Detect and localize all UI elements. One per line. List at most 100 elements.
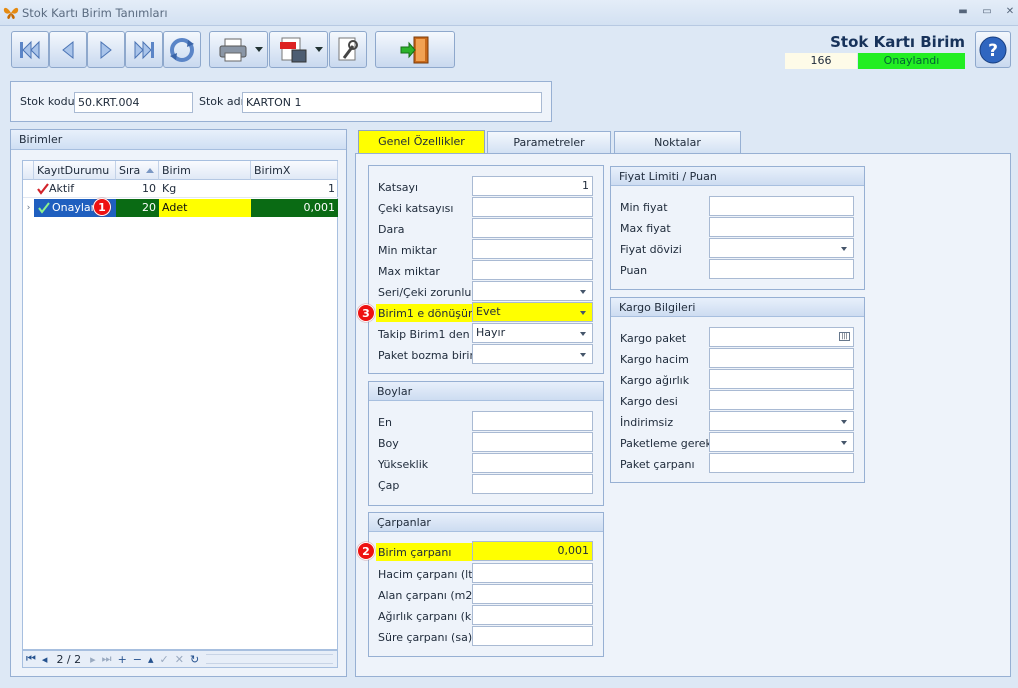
- multipliers-group-title: Çarpanlar: [369, 513, 603, 532]
- track-from-unit1-select[interactable]: Hayır: [472, 323, 593, 343]
- close-icon[interactable]: ✕: [1003, 5, 1017, 19]
- column-header-unit[interactable]: Birim: [159, 161, 251, 180]
- last-record-button[interactable]: [125, 31, 163, 68]
- last-record-icon: [134, 40, 154, 59]
- points-label: Puan: [620, 264, 648, 277]
- tab-points[interactable]: Noktalar: [614, 131, 741, 153]
- next-record-button[interactable]: [87, 31, 125, 68]
- packaging-required-select[interactable]: [709, 432, 854, 452]
- column-header-order[interactable]: Sıra: [116, 161, 159, 180]
- column-header-status[interactable]: KayıtDurumu: [34, 161, 116, 180]
- width-field[interactable]: [472, 411, 593, 431]
- tab-general[interactable]: Genel Özellikler: [358, 130, 485, 154]
- price-currency-select[interactable]: [709, 238, 854, 258]
- length-label: Boy: [378, 437, 399, 450]
- minimize-icon[interactable]: ▬: [956, 5, 970, 19]
- butterfly-icon: [3, 7, 19, 19]
- tab-parameters[interactable]: Parametreler: [487, 131, 611, 153]
- row-unit: Adet: [159, 199, 251, 217]
- table-row[interactable]: Aktif 10 Kg 1: [23, 180, 338, 198]
- max-quantity-field[interactable]: [472, 260, 593, 280]
- package-split-unit-select[interactable]: [472, 344, 593, 364]
- nav-next-icon[interactable]: ▸: [90, 653, 96, 666]
- table-row-selected[interactable]: › Onaylan 20 Adet 0,001: [23, 199, 338, 217]
- coefficient-field[interactable]: 1: [472, 176, 593, 196]
- height-field[interactable]: [472, 453, 593, 473]
- nav-accept-icon[interactable]: ✓: [160, 653, 169, 666]
- tools-button[interactable]: [329, 31, 367, 68]
- ceki-coefficient-field[interactable]: [472, 197, 593, 217]
- row-indicator-header: [23, 161, 34, 180]
- first-record-button[interactable]: [11, 31, 49, 68]
- unit-multiplier-field[interactable]: 0,001: [472, 541, 593, 561]
- nav-first-icon[interactable]: ⏮: [26, 652, 36, 666]
- nav-up-icon[interactable]: ▴: [148, 653, 154, 666]
- max-quantity-label: Max miktar: [378, 265, 440, 278]
- volume-multiplier-field[interactable]: [472, 563, 593, 583]
- min-quantity-field[interactable]: [472, 239, 593, 259]
- checkmark-red-icon: [37, 183, 49, 195]
- min-price-field[interactable]: [709, 196, 854, 216]
- min-quantity-label: Min miktar: [378, 244, 437, 257]
- row-order: 10: [142, 182, 156, 195]
- ceki-coefficient-label: Çeki katsayısı: [378, 202, 454, 215]
- row-unitx: 1: [328, 182, 335, 195]
- scrollbar-track[interactable]: [206, 654, 333, 664]
- cargo-group-title: Kargo Bilgileri: [611, 298, 864, 317]
- maximize-icon[interactable]: ▭: [980, 5, 994, 19]
- length-field[interactable]: [472, 432, 593, 452]
- title-bar: Stok Kartı Birim Tanımları ▬ ▭ ✕: [0, 0, 1018, 26]
- cargo-desi-field[interactable]: [709, 390, 854, 410]
- lookup-button-icon[interactable]: |||: [839, 332, 850, 341]
- cargo-package-field[interactable]: |||: [709, 327, 854, 347]
- stock-code-field[interactable]: 50.KRT.004: [74, 92, 193, 113]
- tare-field[interactable]: [472, 218, 593, 238]
- checkmark-green-icon: [38, 202, 50, 214]
- stock-name-field[interactable]: KARTON 1: [242, 92, 542, 113]
- time-multiplier-field[interactable]: [472, 626, 593, 646]
- export-pdf-button[interactable]: [269, 31, 328, 68]
- package-multiplier-field[interactable]: [709, 453, 854, 473]
- nav-refresh-icon[interactable]: ↻: [190, 653, 199, 666]
- cargo-package-label: Kargo paket: [620, 332, 687, 345]
- cargo-volume-field[interactable]: [709, 348, 854, 368]
- stock-info-box: Stok kodu 50.KRT.004 Stok adı KARTON 1: [10, 81, 552, 122]
- weight-multiplier-label: Ağırlık çarpanı (kg): [378, 610, 483, 623]
- window-title: Stok Kartı Birim Tanımları: [22, 6, 168, 20]
- cargo-weight-field[interactable]: [709, 369, 854, 389]
- cargo-volume-label: Kargo hacim: [620, 353, 689, 366]
- column-header-unitx[interactable]: BirimX: [251, 161, 338, 180]
- row-unit: Kg: [162, 182, 177, 195]
- volume-multiplier-label: Hacim çarpanı (lt): [378, 568, 477, 581]
- points-field[interactable]: [709, 259, 854, 279]
- general-group-top: [368, 165, 604, 166]
- no-discount-select[interactable]: [709, 411, 854, 431]
- packaging-required-label: Paketleme gerekli: [620, 437, 719, 450]
- refresh-button[interactable]: [163, 31, 201, 68]
- nav-cancel-icon[interactable]: ✕: [175, 653, 184, 666]
- serial-required-select[interactable]: [472, 281, 593, 301]
- tare-label: Dara: [378, 223, 405, 236]
- converts-to-unit1-select[interactable]: Evet: [472, 302, 593, 322]
- min-price-label: Min fiyat: [620, 201, 668, 214]
- nav-last-icon[interactable]: ⏭: [102, 652, 112, 666]
- print-button[interactable]: [209, 31, 268, 68]
- exit-button[interactable]: [375, 31, 455, 68]
- nav-add-icon[interactable]: +: [118, 653, 127, 666]
- sort-ascending-icon: [146, 168, 154, 173]
- wrench-document-icon: [338, 37, 358, 60]
- previous-record-icon: [62, 40, 74, 59]
- max-price-label: Max fiyat: [620, 222, 671, 235]
- package-multiplier-label: Paket çarpanı: [620, 458, 695, 471]
- diameter-field[interactable]: [472, 474, 593, 494]
- max-price-field[interactable]: [709, 217, 854, 237]
- area-multiplier-field[interactable]: [472, 584, 593, 604]
- width-label: En: [378, 416, 392, 429]
- units-grid[interactable]: KayıtDurumu Sıra Birim BirimX Aktif 10 K…: [22, 160, 338, 650]
- nav-prev-icon[interactable]: ◂: [42, 653, 48, 666]
- previous-record-button[interactable]: [49, 31, 87, 68]
- help-button[interactable]: ?: [975, 31, 1011, 68]
- converts-to-unit1-label: Birim1 e dönüşür: [378, 307, 473, 320]
- nav-delete-icon[interactable]: −: [133, 653, 142, 666]
- weight-multiplier-field[interactable]: [472, 605, 593, 625]
